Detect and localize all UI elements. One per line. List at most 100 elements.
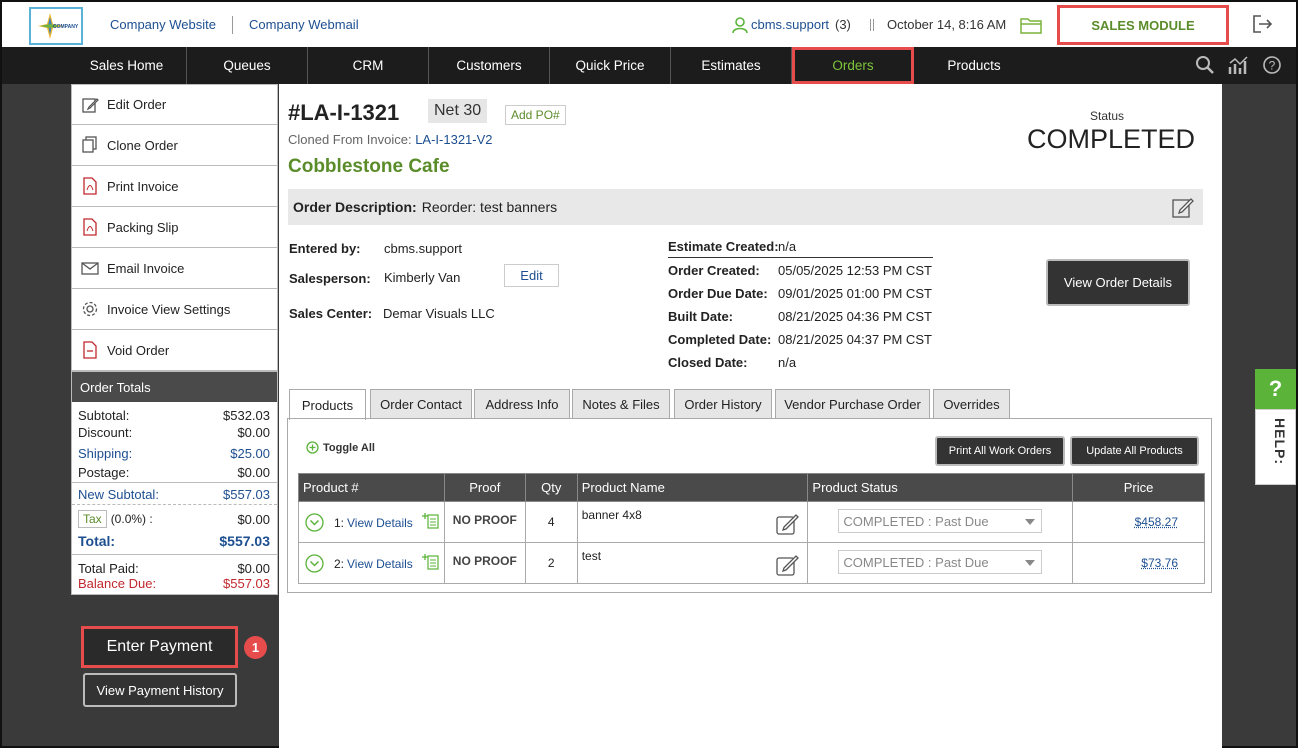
nav-sales-home[interactable]: Sales Home xyxy=(67,47,187,84)
add-task-icon[interactable] xyxy=(422,512,440,530)
built-date-value: 08/21/2025 04:36 PM CST xyxy=(778,309,932,324)
product-status-select[interactable]: COMPLETED : Past Due xyxy=(838,550,1043,574)
edit-product-icon[interactable] xyxy=(775,552,801,578)
add-po-button[interactable]: Add PO# xyxy=(505,105,566,125)
print-invoice-action[interactable]: Print Invoice xyxy=(71,166,278,207)
invoice-view-settings-label: Invoice View Settings xyxy=(107,301,231,317)
table-row: 2: View Details NO PROOF 2 test COMPLETE… xyxy=(298,542,1205,584)
product-number-cell: 2: View Details xyxy=(298,542,445,584)
order-description-value: Reorder: test banners xyxy=(421,199,558,215)
packing-slip-action[interactable]: Packing Slip xyxy=(71,207,278,248)
nav-queues[interactable]: Queues xyxy=(187,47,308,84)
help-tab-label: HELP: xyxy=(1272,418,1288,465)
product-name: test xyxy=(581,549,602,563)
clone-order-action[interactable]: Clone Order xyxy=(71,125,278,166)
postage-row: Postage: $0.00 xyxy=(72,465,277,483)
products-tab-panel: Toggle All Print All Work Orders Update … xyxy=(287,418,1212,593)
shipping-label[interactable]: Shipping: xyxy=(78,446,132,461)
view-details-link[interactable]: View Details xyxy=(347,516,413,530)
view-payment-history-button[interactable]: View Payment History xyxy=(83,673,237,707)
quantity-cell: 2 xyxy=(524,542,578,584)
edit-salesperson-button[interactable]: Edit xyxy=(504,264,559,287)
edit-description-icon[interactable] xyxy=(1171,195,1195,222)
sales-center-label: Sales Center: xyxy=(289,306,373,321)
estimate-created-value: n/a xyxy=(778,239,797,254)
tab-products[interactable]: Products xyxy=(289,389,366,420)
dropdown-caret-icon xyxy=(1025,560,1036,566)
total-paid-row: Total Paid: $0.00 xyxy=(72,560,277,577)
col-product-number: Product # xyxy=(298,473,445,502)
entered-by-label: Entered by: xyxy=(289,241,361,256)
edit-product-icon[interactable] xyxy=(775,511,801,537)
update-all-products-button[interactable]: Update All Products xyxy=(1070,436,1199,466)
help-question-icon[interactable]: ? xyxy=(1255,369,1296,409)
tab-overrides[interactable]: Overrides xyxy=(933,389,1010,419)
new-subtotal-value: $557.03 xyxy=(223,486,270,502)
invoice-view-settings-action[interactable]: Invoice View Settings xyxy=(71,289,278,330)
logout-icon[interactable] xyxy=(1252,14,1274,37)
user-count: (3) xyxy=(835,17,851,32)
balance-due-row: Balance Due: $557.03 xyxy=(72,576,277,594)
products-table-header: Product # Proof Qty Product Name Product… xyxy=(298,473,1205,502)
nav-quick-price[interactable]: Quick Price xyxy=(550,47,671,84)
add-task-icon[interactable] xyxy=(422,553,440,571)
order-description-label: Order Description: xyxy=(293,199,417,215)
nav-estimates[interactable]: Estimates xyxy=(671,47,792,84)
total-paid-value: $0.00 xyxy=(237,561,270,576)
company-website-link[interactable]: Company Website xyxy=(110,17,216,32)
void-order-action[interactable]: Void Order xyxy=(71,330,278,371)
tab-address-info[interactable]: Address Info xyxy=(474,389,570,419)
sales-module-button[interactable]: SALES MODULE xyxy=(1057,5,1229,45)
toggle-all-button[interactable]: Toggle All xyxy=(306,441,375,454)
order-description-bar: Order Description: Reorder: test banners xyxy=(288,189,1203,225)
edit-order-action[interactable]: Edit Order xyxy=(71,84,278,125)
enter-payment-button[interactable]: Enter Payment xyxy=(81,626,238,668)
tax-button[interactable]: Tax xyxy=(78,510,107,528)
product-status-value: COMPLETED : Past Due xyxy=(843,513,989,529)
tab-order-history[interactable]: Order History xyxy=(674,389,772,419)
company-webmail-link[interactable]: Company Webmail xyxy=(249,17,359,32)
help-circle-icon[interactable]: ? xyxy=(1262,55,1282,78)
status-label: Status xyxy=(1090,109,1125,123)
col-qty: Qty xyxy=(524,473,578,502)
nav-orders[interactable]: Orders xyxy=(792,47,914,84)
price-link[interactable]: $458.27 xyxy=(1135,515,1178,529)
tab-notes-files[interactable]: Notes & Files xyxy=(572,389,670,419)
expand-chevron-icon[interactable] xyxy=(305,554,324,573)
nav-crm[interactable]: CRM xyxy=(308,47,429,84)
analytics-icon[interactable] xyxy=(1228,55,1250,78)
balance-due-label: Balance Due: xyxy=(78,576,157,591)
shipping-row[interactable]: Shipping: $25.00 xyxy=(72,445,277,462)
new-subtotal-label: New Subtotal: xyxy=(78,486,159,502)
customer-name[interactable]: Cobblestone Cafe xyxy=(288,156,450,178)
user-name-link[interactable]: cbms.support xyxy=(751,17,829,32)
cloned-from-line: Cloned From Invoice: LA-I-1321-V2 xyxy=(288,132,493,147)
print-all-work-orders-button[interactable]: Print All Work Orders xyxy=(935,436,1065,466)
email-invoice-action[interactable]: Email Invoice xyxy=(71,248,278,289)
clone-order-label: Clone Order xyxy=(107,137,178,153)
search-icon[interactable] xyxy=(1195,55,1215,78)
expand-chevron-icon[interactable] xyxy=(305,513,324,532)
sales-center-value: Demar Visuals LLC xyxy=(383,306,495,321)
shipping-value: $25.00 xyxy=(230,446,270,461)
folder-icon[interactable] xyxy=(1020,16,1042,37)
entered-by-value: cbms.support xyxy=(384,241,463,256)
copy-icon xyxy=(82,136,97,153)
void-order-label: Void Order xyxy=(107,342,170,358)
product-index: 1: xyxy=(334,516,345,530)
col-price: Price xyxy=(1072,473,1205,502)
nav-customers[interactable]: Customers xyxy=(429,47,550,84)
order-status: COMPLETED xyxy=(1027,124,1196,154)
nav-products[interactable]: Products xyxy=(914,47,1034,84)
tab-order-contact[interactable]: Order Contact xyxy=(370,389,472,419)
current-datetime: October 14, 8:16 AM xyxy=(887,17,1007,32)
product-status-select[interactable]: COMPLETED : Past Due xyxy=(838,509,1043,533)
tab-vendor-purchase-order[interactable]: Vendor Purchase Order xyxy=(775,389,930,419)
order-totals-panel: Order Totals Subtotal: $532.03 Discount: $… xyxy=(71,371,278,595)
company-logo[interactable]: COMPANY xyxy=(29,7,83,45)
view-details-link[interactable]: View Details xyxy=(347,557,413,571)
price-link[interactable]: $73.76 xyxy=(1141,556,1178,570)
cloned-invoice-link[interactable]: LA-I-1321-V2 xyxy=(415,132,492,147)
tax-row: Tax (0.0%) : $0.00 xyxy=(72,509,277,529)
view-order-details-button[interactable]: View Order Details xyxy=(1046,259,1190,306)
